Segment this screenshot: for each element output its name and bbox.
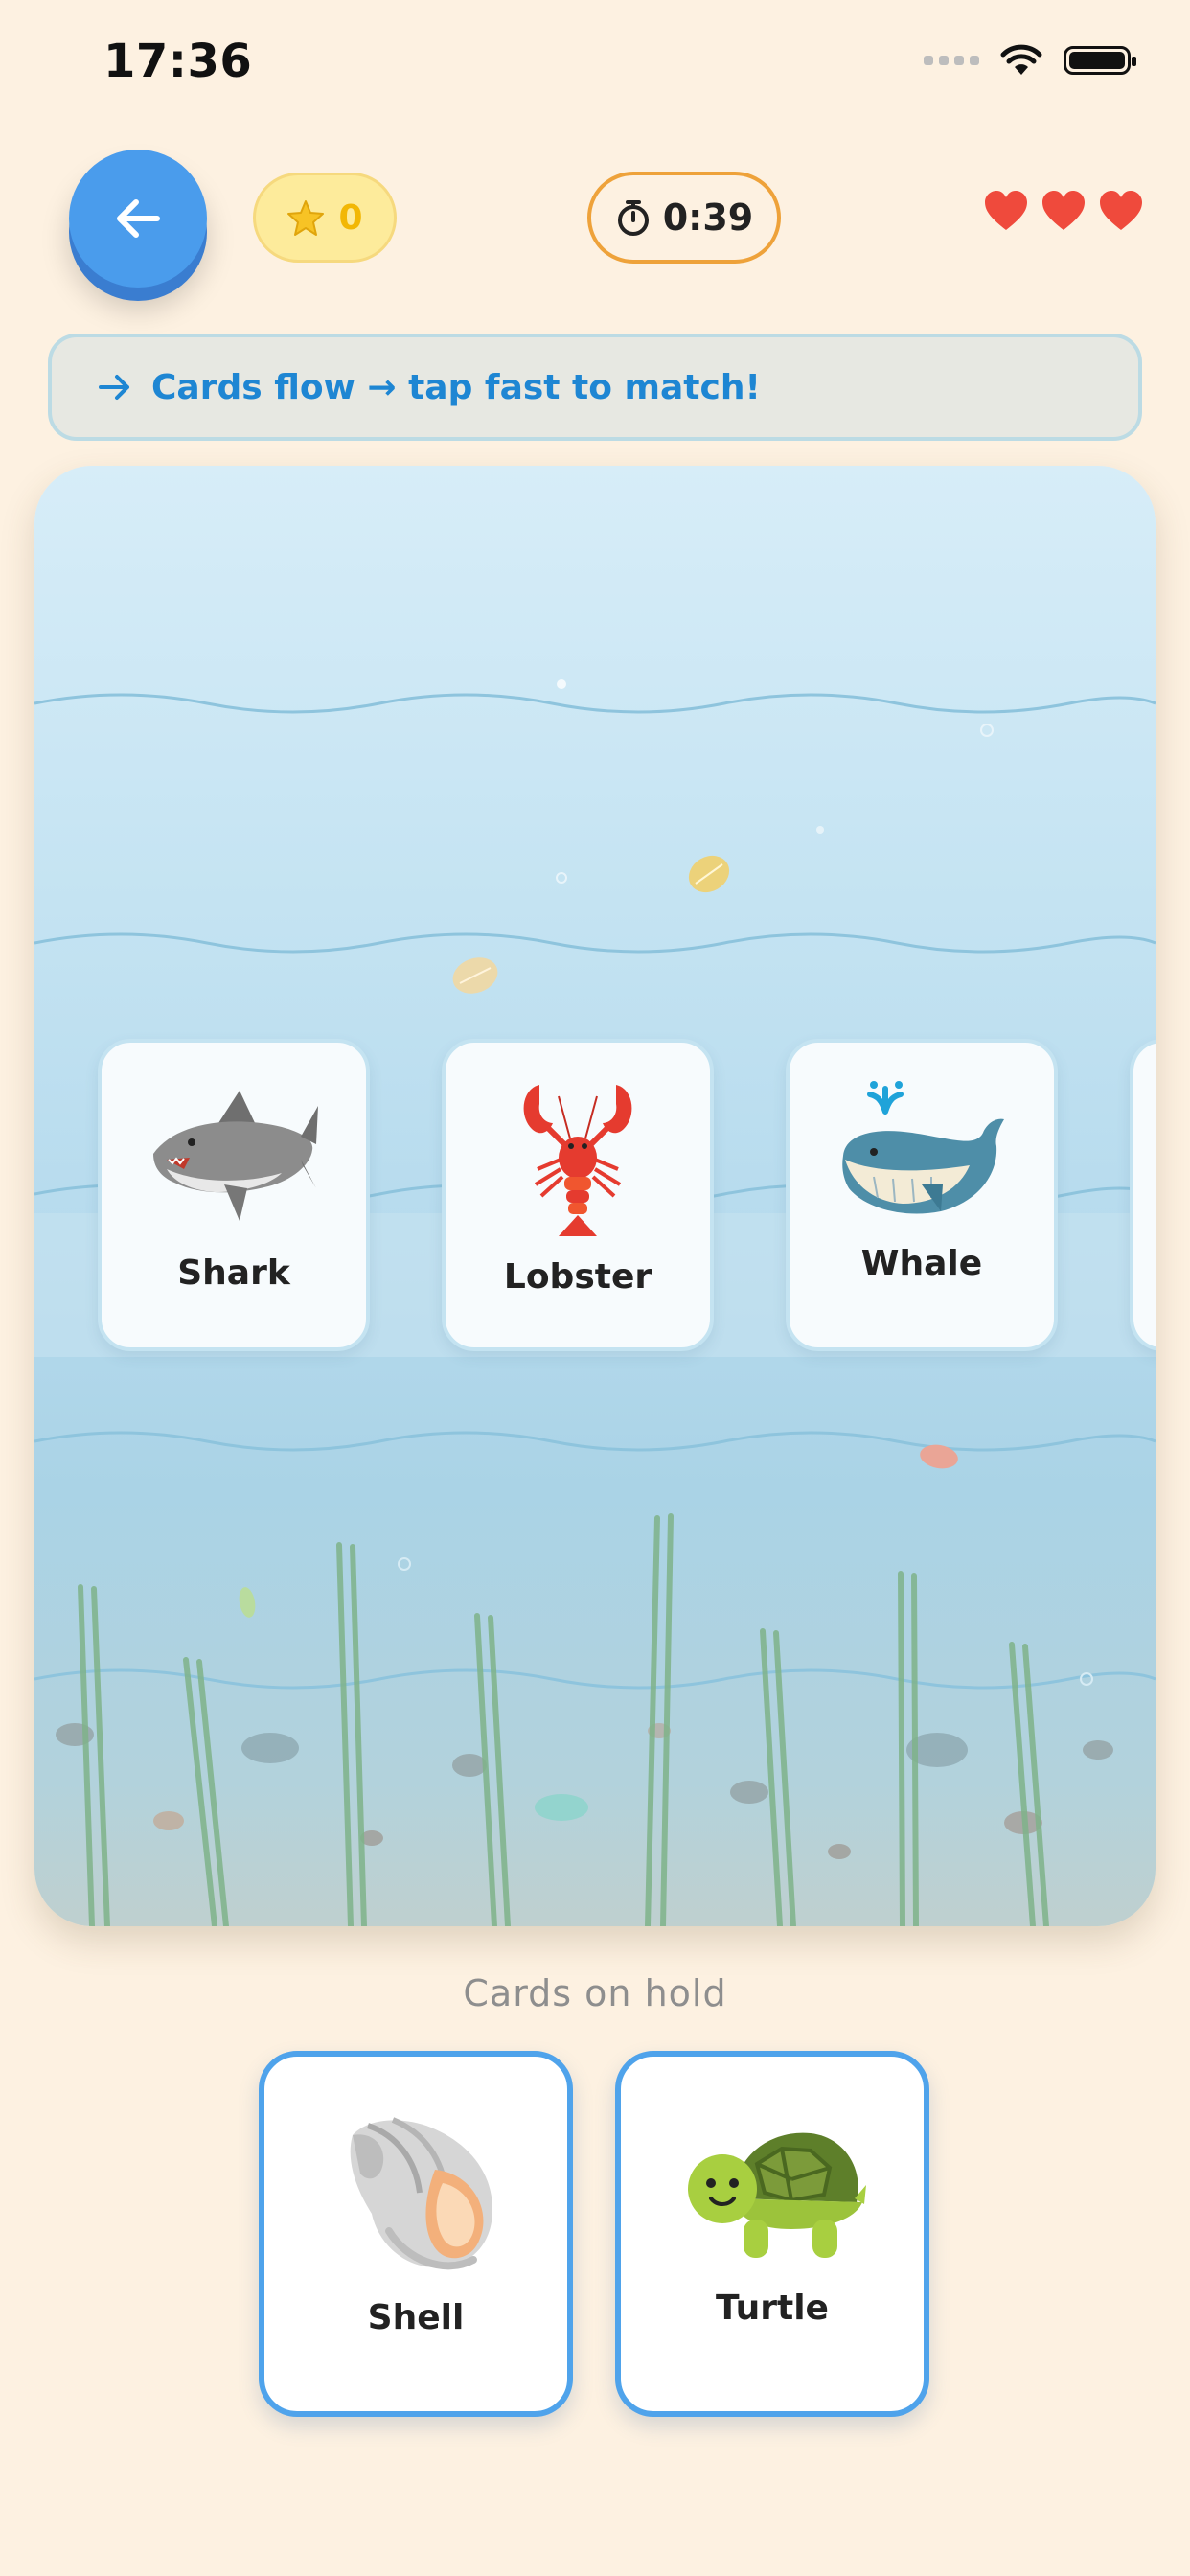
heart-icon <box>985 191 1027 230</box>
wifi-icon <box>1000 44 1042 75</box>
shell-icon <box>350 2117 492 2270</box>
turtle-icon <box>688 2132 866 2258</box>
arrow-right-icon <box>99 375 129 400</box>
battery-icon <box>1064 46 1136 75</box>
lives-indicator <box>983 190 1144 232</box>
score-badge: 0 <box>253 172 397 263</box>
hint-text: Cards flow → tap fast to match! <box>151 367 761 407</box>
shark-icon <box>153 1091 318 1221</box>
hold-card-shell[interactable]: Shell <box>259 2051 573 2417</box>
lobster-icon <box>523 1085 632 1236</box>
arrow-left-icon <box>117 199 160 238</box>
heart-icon <box>1042 191 1085 230</box>
hold-card-label: Turtle <box>716 2288 829 2328</box>
timer-badge: 0:39 <box>587 172 781 264</box>
hint-banner: Cards flow → tap fast to match! <box>48 334 1142 441</box>
flow-card-label: Lobster <box>503 1257 652 1297</box>
hold-card-label: Shell <box>367 2298 465 2337</box>
whale-icon <box>842 1081 1004 1214</box>
status-icons <box>924 44 1136 77</box>
flow-card-whale[interactable]: Whale <box>786 1039 1058 1351</box>
flow-card-partial[interactable] <box>1130 1039 1156 1351</box>
stopwatch-icon <box>617 200 649 236</box>
cellular-signal-icon <box>924 56 979 65</box>
flow-card-shark[interactable]: Shark <box>98 1039 370 1351</box>
flow-card-label: Whale <box>860 1244 983 1283</box>
hold-card-row: Shell Turtle <box>259 2051 929 2417</box>
score-value: 0 <box>338 197 363 238</box>
flow-card-row: Shark Lobster Whale <box>98 1039 1156 1351</box>
status-time: 17:36 <box>103 34 253 88</box>
timer-value: 0:39 <box>662 196 754 239</box>
flow-card-label: Shark <box>177 1254 290 1293</box>
back-button[interactable] <box>69 150 207 288</box>
hold-card-turtle[interactable]: Turtle <box>615 2051 929 2417</box>
play-area: Shark Lobster Whale <box>34 466 1156 1926</box>
flow-card-lobster[interactable]: Lobster <box>442 1039 714 1351</box>
heart-icon <box>1100 191 1142 230</box>
star-icon <box>287 200 325 236</box>
hold-title: Cards on hold <box>463 1972 727 2014</box>
